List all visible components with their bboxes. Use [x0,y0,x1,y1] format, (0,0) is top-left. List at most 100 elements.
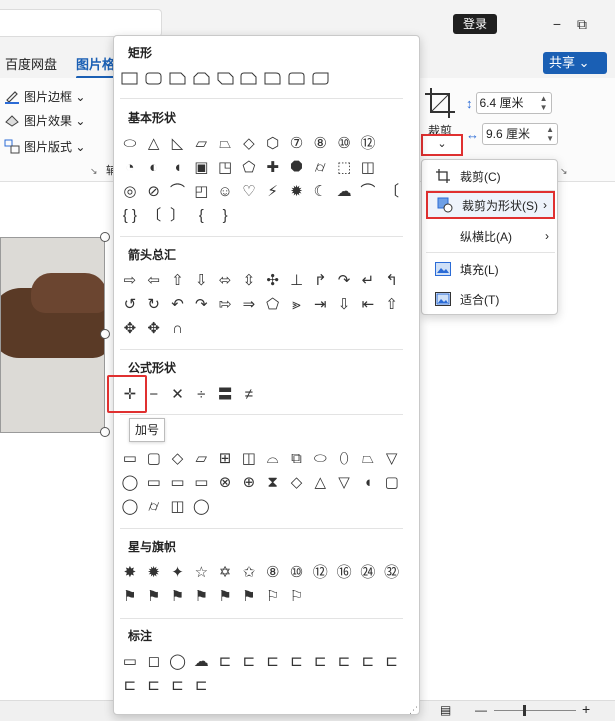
flowchart-shape[interactable]: ⏢ [356,446,380,470]
width-spinner[interactable]: ▲ ▼ [546,125,554,143]
flowchart-shape[interactable]: ◇ [166,446,190,470]
callout-shape[interactable]: ⊏ [189,673,213,697]
flowchart-shape[interactable]: ▭ [189,470,213,494]
basic-shape[interactable]: ◫ [356,155,380,179]
basic-shape[interactable]: △ [142,131,166,155]
height-spinner[interactable]: ▲ ▼ [540,94,548,112]
login-button[interactable]: 登录 [453,14,497,34]
picture-layout-button[interactable]: 图片版式 ⌄ [4,136,85,156]
round-two-corner-rectangle-shape[interactable] [285,66,309,90]
share-button[interactable]: 共享 ⌄ [543,52,607,74]
arrow-shape[interactable]: ⇥ [308,292,332,316]
flowchart-shape[interactable]: ⬯ [332,446,356,470]
height-input[interactable]: 6.4 厘米 ▲ ▼ [475,92,552,114]
star-shape[interactable]: ✦ [166,560,190,584]
arrow-shape[interactable]: ⪢ [285,292,309,316]
flowchart-shape[interactable]: ⧉ [285,446,309,470]
basic-shape[interactable]: ⌒ [166,179,190,203]
callout-shape[interactable]: ⊏ [380,649,404,673]
flowchart-shape[interactable]: ◫ [237,446,261,470]
basic-shape[interactable]: ✚ [261,155,285,179]
snip-corner-rectangle-shape[interactable] [166,66,190,90]
restore-button[interactable]: ⧉ [570,12,594,36]
banner-shape[interactable]: ⚐ [261,584,285,608]
arrow-shape[interactable]: ✥ [142,316,166,340]
callout-shape[interactable]: ⊏ [166,673,190,697]
arrow-shape[interactable]: ⇨ [118,268,142,292]
arrow-shape[interactable]: ⇒ [237,292,261,316]
callout-shape[interactable]: ⊏ [285,649,309,673]
flowchart-shape[interactable]: ⌓ [261,446,285,470]
banner-shape[interactable]: ⚑ [213,584,237,608]
tab-picture-format[interactable]: 图片格 [76,54,126,79]
arrow-shape[interactable]: ⇩ [189,268,213,292]
picture-effects-button[interactable]: 图片效果 ⌄ [4,110,85,130]
basic-shape[interactable]: ⑧ [308,131,332,155]
star-shape[interactable]: ㉔ [356,560,380,584]
star-shape[interactable]: ✡ [213,560,237,584]
basic-shape[interactable]: 〔 [380,179,404,203]
basic-shape[interactable]: ◐ [142,155,166,179]
picture-border-button[interactable]: 图片边框 ⌄ [4,86,85,106]
resize-grip-icon[interactable]: ⋰ [409,705,418,716]
star-shape[interactable]: ✹ [142,560,166,584]
basic-shape[interactable]: ▣ [189,155,213,179]
basic-shape[interactable]: ◔ [118,155,142,179]
flowchart-shape[interactable]: ▽ [332,470,356,494]
flowchart-shape[interactable]: ▽ [380,446,404,470]
star-shape[interactable]: ✸ [118,560,142,584]
callout-shape[interactable]: ⊏ [213,649,237,673]
arrow-shape[interactable]: ∩ [166,316,190,340]
flowchart-shape[interactable]: ◯ [189,494,213,518]
basic-shape[interactable]: ☺ [213,179,237,203]
focus-mode-icon[interactable]: ▤ [440,703,451,717]
arrow-shape[interactable]: ⇩ [332,292,356,316]
basic-shape[interactable]: ⬡ [261,131,285,155]
selected-picture[interactable] [0,237,105,433]
dialog-launcher-icon[interactable]: ↘ [90,166,98,177]
basic-shape[interactable]: ◰ [189,179,213,203]
resize-handle-right[interactable] [100,329,110,339]
arrow-shape[interactable]: ↷ [332,268,356,292]
banner-shape[interactable]: ⚑ [237,584,261,608]
resize-handle-bottom-right[interactable] [100,427,110,437]
arrow-shape[interactable]: ✥ [118,316,142,340]
equal-shape[interactable]: 〓 [213,382,237,406]
flowchart-shape[interactable]: ⊕ [237,470,261,494]
arrow-shape[interactable]: ↰ [380,268,404,292]
arrow-shape[interactable]: ↺ [118,292,142,316]
basic-shape[interactable]: ⑩ [332,131,356,155]
callout-shape[interactable]: ⊏ [261,649,285,673]
callout-shape[interactable]: ⊏ [142,673,166,697]
size-launcher-icon[interactable]: ↘ [560,166,568,177]
basic-shape[interactable]: ⑫ [356,131,380,155]
search-box[interactable] [0,9,162,37]
snip-diagonal-rectangle-shape[interactable] [213,66,237,90]
callout-shape[interactable]: ◻ [142,649,166,673]
basic-shape[interactable]: ◎ [118,179,142,203]
callout-shape[interactable]: ◯ [166,649,190,673]
basic-shape[interactable]: 〕 [166,203,190,227]
minimize-button[interactable]: − [545,12,569,36]
callout-shape[interactable]: ▭ [118,649,142,673]
arrow-shape[interactable]: ⇰ [213,292,237,316]
basic-shape[interactable]: ▱ [189,131,213,155]
snip-two-corner-rectangle-shape[interactable] [189,66,213,90]
width-input[interactable]: 9.6 厘米 ▲ ▼ [482,123,558,145]
basic-shape[interactable]: ⬠ [237,155,261,179]
callout-shape[interactable]: ⊏ [308,649,332,673]
rounded-rectangle-shape[interactable] [142,66,166,90]
menu-item-fill[interactable]: 填充(L) [426,255,555,283]
banner-shape[interactable]: ⚑ [166,584,190,608]
basic-shape[interactable]: ◖ [166,155,190,179]
star-shape[interactable]: ⑫ [308,560,332,584]
arrow-shape[interactable]: ↱ [308,268,332,292]
banner-shape[interactable]: ⚑ [142,584,166,608]
basic-shape[interactable]: ⯃ [285,155,309,179]
basic-shape[interactable]: ◺ [166,131,190,155]
round-corner-rectangle-shape[interactable] [261,66,285,90]
star-shape[interactable]: ⑯ [332,560,356,584]
star-shape[interactable]: ⑩ [285,560,309,584]
flowchart-shape[interactable]: △ [308,470,332,494]
star-shape[interactable]: ㉜ [380,560,404,584]
